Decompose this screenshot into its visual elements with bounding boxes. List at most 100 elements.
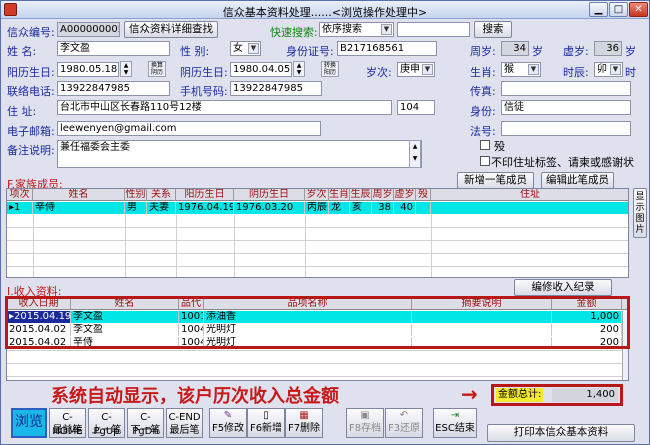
income-cell: [412, 324, 552, 336]
add-member-button[interactable]: 新增一笔成员: [457, 172, 534, 189]
edit-income-button[interactable]: 编修收入纪录: [514, 279, 612, 296]
edit-member-button[interactable]: 编辑此笔成员: [541, 172, 614, 189]
id-field[interactable]: A000000005: [57, 22, 120, 37]
mobile-field[interactable]: 13922847985: [230, 81, 322, 96]
name-field[interactable]: 李文盈: [57, 41, 170, 56]
email-label: 电子邮箱:: [7, 125, 55, 138]
quick-search-input[interactable]: [397, 22, 470, 37]
chevron-down-icon[interactable]: ▼: [248, 43, 259, 54]
family-row[interactable]: ▸1 辛侍 男 夫妻 1976.04.19 1976.03.20 丙辰 龙 亥 …: [7, 202, 628, 214]
noprint-label: 不印住址标签、请柬或感谢状: [491, 156, 634, 169]
next-record-button[interactable]: C-PgDn 下一笔: [127, 408, 164, 438]
prev-record-button[interactable]: C-PgUp 上一笔: [88, 408, 125, 438]
address-field[interactable]: 台北市中山区长春路110号12楼: [57, 100, 392, 115]
family-cell: 夫妻: [147, 202, 176, 214]
lunar-birthday-field[interactable]: 1980.04.05: [230, 62, 292, 77]
family-cell-text: 1: [14, 202, 21, 213]
search-button[interactable]: 搜索: [474, 21, 512, 38]
solar-birthday-label: 阳历生日:: [7, 66, 55, 79]
email-field[interactable]: leewenyen@gmail.com: [57, 121, 321, 136]
id-label: 信众编号:: [7, 26, 55, 39]
family-grid[interactable]: 项次 姓名 性别 关系 阳历生日 阴历生日 岁次 生肖 生辰 周岁 虚岁 殁 住…: [6, 188, 629, 278]
income-cell: ▸2015.04.19: [7, 311, 71, 323]
income-cell: 1001: [181, 311, 204, 323]
print-button[interactable]: 打印本信众基本资料: [487, 424, 635, 442]
income-row[interactable]: ▸2015.04.19 李文盈 1001 添油香 1,000: [7, 311, 622, 323]
xu-label: 虚岁:: [563, 45, 589, 58]
family-cell: 龙: [329, 202, 350, 214]
noprint-checkbox[interactable]: [480, 156, 490, 166]
show-picture-button[interactable]: 显示图片: [633, 188, 647, 238]
last-record-key: C-END: [168, 412, 201, 423]
income-cell: 1004: [181, 324, 204, 336]
solar-convert-button[interactable]: 换算阴历: [148, 61, 166, 77]
delete-button[interactable]: ▦ F7删除: [285, 408, 323, 438]
browse-mode-button[interactable]: 浏览: [11, 408, 47, 438]
family-cell: 40: [394, 202, 416, 214]
idcard-field[interactable]: B217168561: [337, 41, 437, 56]
gender-value: 女: [233, 43, 243, 54]
minimize-button[interactable]: ▁: [589, 2, 608, 17]
family-col-header: 阳历生日: [176, 189, 234, 201]
family-col-header: 殁: [416, 189, 431, 201]
first-record-label: 最前笔: [52, 425, 83, 436]
deceased-label: 殁: [494, 140, 505, 153]
family-col-header: 周岁: [372, 189, 394, 201]
chevron-down-icon[interactable]: ▼: [610, 64, 621, 75]
arrow-right-icon: →: [461, 382, 478, 406]
family-col-header: 岁次: [305, 189, 329, 201]
maximize-button[interactable]: □: [609, 2, 628, 17]
suici-select[interactable]: 庚申 ▼: [397, 62, 435, 77]
family-cell: 男: [125, 202, 147, 214]
last-record-button[interactable]: C-END 最后笔: [166, 408, 203, 438]
address-label: 住 址:: [7, 105, 37, 118]
income-cell: 辛侍: [71, 337, 179, 349]
new-button[interactable]: ▯ F6新增: [247, 408, 285, 438]
age-unit: 岁: [532, 45, 543, 58]
identity-field[interactable]: 信徒: [501, 100, 631, 115]
shichen-select[interactable]: 卯 ▼: [594, 62, 623, 77]
chevron-down-icon[interactable]: ▼: [528, 64, 539, 75]
undo-button[interactable]: ↶ F3还原: [385, 408, 423, 438]
gender-select[interactable]: 女 ▼: [230, 41, 261, 56]
lunar-convert-button[interactable]: 转换阳历: [321, 61, 339, 77]
quick-search-value: 依序搜索: [322, 24, 362, 35]
income-row[interactable]: 2015.04.02 李文盈 1004 光明灯 200: [7, 324, 622, 336]
solar-birthday-field[interactable]: 1980.05.18: [57, 62, 119, 77]
income-col-header: 品项名称: [204, 298, 412, 310]
undo-label: F3还原: [387, 423, 421, 434]
solar-stepper[interactable]: ▲ ▼: [120, 61, 132, 77]
new-label: F6新增: [249, 423, 283, 434]
income-grid[interactable]: 收入日期 姓名 品代 品项名称 摘要说明 金额 ▸2015.04.19 李文盈 …: [6, 297, 629, 381]
chevron-down-icon[interactable]: ▼: [422, 64, 433, 75]
quick-search-select[interactable]: 依序搜索 ▼: [319, 22, 394, 37]
lunar-stepper[interactable]: ▲ ▼: [293, 61, 305, 77]
income-scrollbar[interactable]: [622, 311, 628, 380]
remark-scrollbar[interactable]: ▲ ▼: [409, 140, 421, 168]
family-col-header: 姓名: [33, 189, 125, 201]
fahao-field[interactable]: [501, 121, 631, 136]
first-record-button[interactable]: C-HOME 最前笔: [49, 408, 86, 438]
zodiac-select[interactable]: 猴 ▼: [501, 62, 541, 77]
deceased-checkbox[interactable]: [480, 140, 490, 150]
chevron-down-icon[interactable]: ▼: [381, 24, 392, 35]
income-grid-header: 收入日期 姓名 品代 品项名称 摘要说明 金额: [7, 298, 628, 310]
save-button[interactable]: ▣ F8存档: [346, 408, 384, 438]
exit-button[interactable]: ⇥ ESC结束: [433, 408, 477, 438]
family-grid-header: 项次 姓名 性别 关系 阳历生日 阴历生日 岁次 生肖 生辰 周岁 虚岁 殁 住…: [7, 189, 628, 201]
total-value: 1,400: [552, 388, 618, 402]
name-label: 姓 名:: [7, 45, 37, 58]
main-window: 信众基本资料处理......<浏览操作处理中> ▁ □ ✕ 信众编号: A000…: [0, 0, 650, 445]
fax-field[interactable]: [501, 81, 631, 96]
close-button[interactable]: ✕: [629, 2, 648, 17]
exit-label: ESC结束: [435, 423, 475, 434]
shi-unit: 时: [625, 66, 636, 79]
zip-field[interactable]: 104: [397, 100, 435, 115]
income-row[interactable]: 2015.04.02 辛侍 1004 光明灯 200: [7, 337, 622, 349]
edit-button[interactable]: ✎ F5修改: [209, 408, 247, 438]
next-record-key: C-PgDn: [132, 412, 159, 437]
remark-field[interactable]: 兼任福委会主委: [57, 140, 422, 168]
detail-search-button[interactable]: 信众资料详细查找: [124, 21, 218, 38]
phone-field[interactable]: 13922847985: [57, 81, 170, 96]
family-cell: ▸1: [7, 202, 33, 214]
